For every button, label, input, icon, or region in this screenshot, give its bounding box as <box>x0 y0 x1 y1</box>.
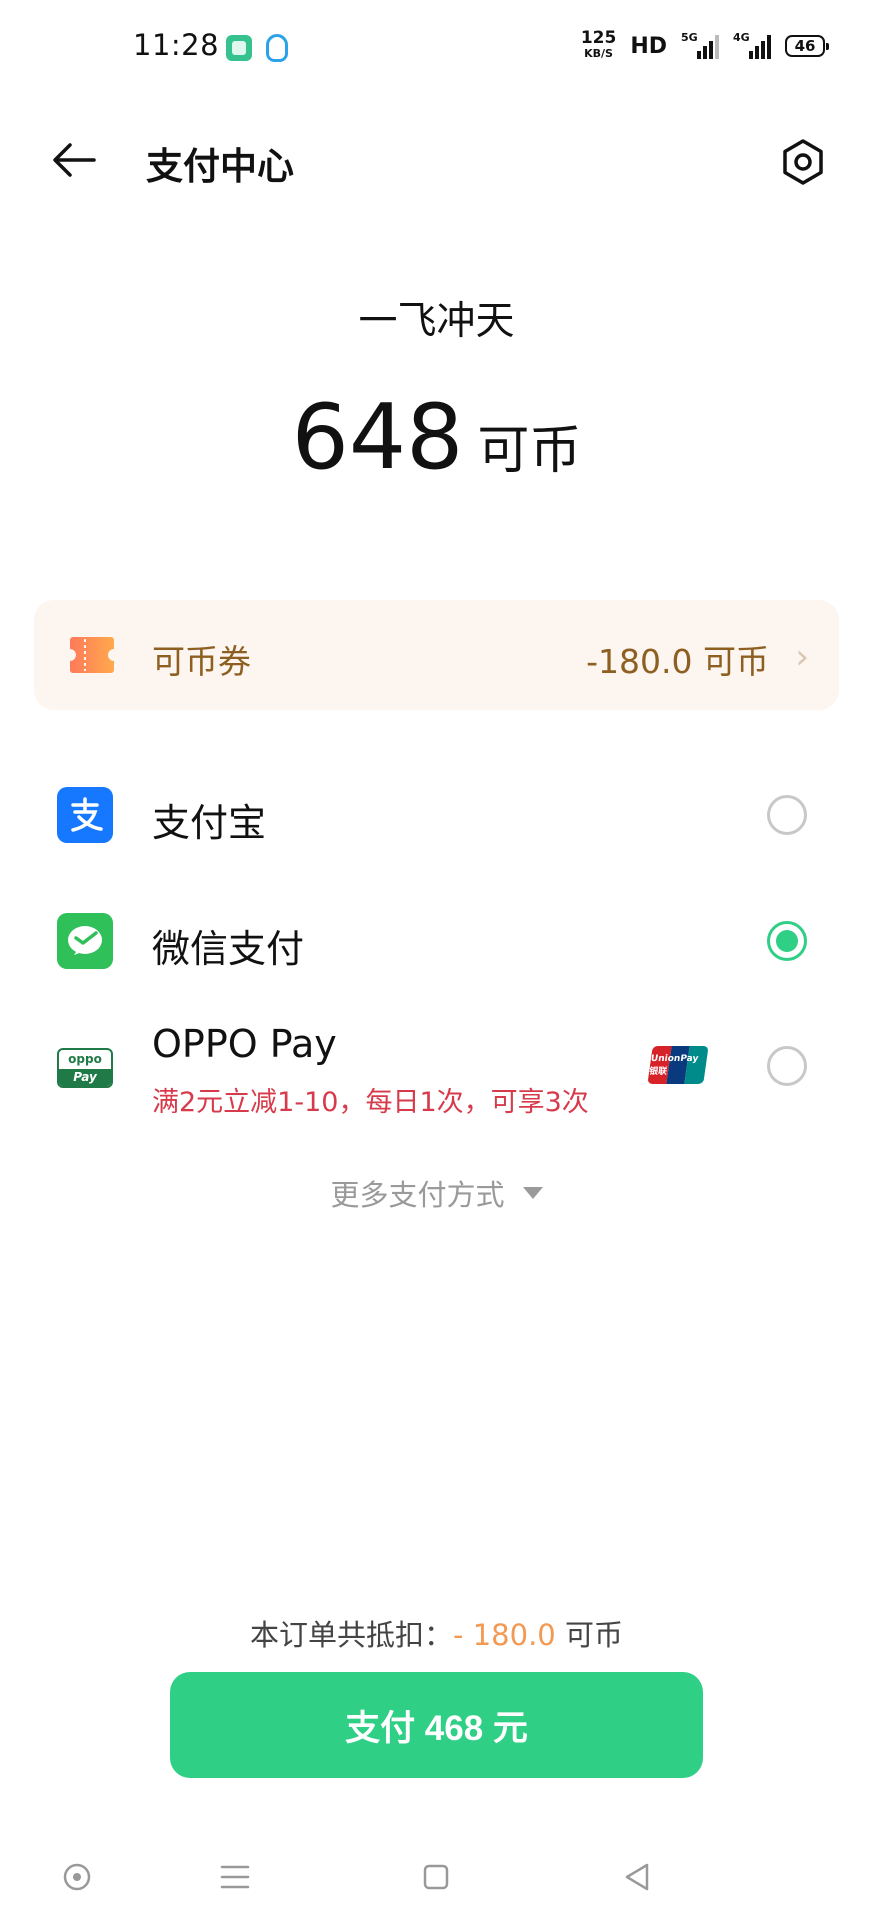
coupon-icon <box>70 637 114 673</box>
radio-wechat[interactable] <box>767 921 807 961</box>
status-bar: 11:28 125 KB/S HD 5G 4G 46 <box>0 0 873 96</box>
nav-back-button[interactable] <box>610 1850 664 1904</box>
square-icon <box>423 1864 449 1890</box>
signal-5g-icon: 5G <box>681 31 719 59</box>
payment-label: 微信支付 <box>152 927 305 971</box>
circle-dot-icon <box>63 1863 91 1891</box>
menu-icon <box>220 1865 250 1889</box>
payment-method-oppo-pay[interactable]: oppo Pay OPPO Pay 满2元立减1-10，每日1次，可享3次 Un… <box>0 1010 873 1140</box>
nav-home-button[interactable] <box>409 1850 463 1904</box>
arrow-left-icon <box>53 143 96 177</box>
signal-4g-icon: 4G <box>733 31 771 59</box>
radio-oppo-pay[interactable] <box>767 1046 807 1086</box>
more-payment-methods[interactable]: 更多支付方式 <box>0 1172 873 1214</box>
triangle-back-icon <box>625 1863 649 1891</box>
price: 648 可币 <box>0 385 873 490</box>
settings-icon <box>783 139 823 185</box>
payment-method-wechat[interactable]: 微信支付 <box>0 886 873 996</box>
notification-icons <box>226 34 288 62</box>
unionpay-icon: UnionPay 银联 <box>647 1046 709 1084</box>
chevron-right-icon: › <box>795 637 809 677</box>
product-name: 一飞冲天 <box>358 299 515 344</box>
deduction-summary: 本订单共抵扣：- 180.0 可币 <box>250 1618 623 1652</box>
oppo-pay-icon: oppo Pay <box>57 1048 113 1088</box>
deduction-amount: - 180.0 <box>453 1618 556 1652</box>
coupon-row[interactable]: 可币券 -180.0 可币 › <box>34 600 839 710</box>
alipay-icon <box>57 787 113 843</box>
payment-label: OPPO Pay <box>152 1022 337 1066</box>
qq-icon <box>266 34 288 62</box>
coupon-value: -180.0 可币 <box>586 642 769 681</box>
page-title: 支付中心 <box>146 145 294 188</box>
nav-assistant-button[interactable] <box>50 1850 104 1904</box>
coupon-label: 可币券 <box>152 642 251 681</box>
price-amount: 648 <box>291 385 464 490</box>
radio-alipay[interactable] <box>767 795 807 835</box>
pay-button[interactable]: 支付 468 元 <box>170 1672 703 1778</box>
system-nav-bar <box>0 1840 873 1912</box>
payment-method-alipay[interactable]: 支付宝 <box>0 760 873 870</box>
battery-icon: 46 <box>785 35 829 57</box>
promo-text: 满2元立减1-10，每日1次，可享3次 <box>152 1087 589 1118</box>
settings-button[interactable] <box>777 136 829 188</box>
back-button[interactable] <box>48 136 100 184</box>
header: 支付中心 <box>0 110 873 210</box>
wechat-pay-icon <box>57 913 113 969</box>
more-payment-label: 更多支付方式 <box>330 1178 505 1212</box>
status-indicators: 125 KB/S HD 5G 4G 46 <box>580 28 829 62</box>
nav-menu-button[interactable] <box>208 1850 262 1904</box>
hd-icon: HD <box>630 33 667 59</box>
status-time: 11:28 <box>133 28 220 62</box>
payment-label: 支付宝 <box>152 801 267 845</box>
app-notification-icon <box>226 35 252 61</box>
net-speed: 125 KB/S <box>580 28 617 61</box>
caret-down-icon <box>522 1187 543 1199</box>
price-unit: 可币 <box>477 421 582 481</box>
